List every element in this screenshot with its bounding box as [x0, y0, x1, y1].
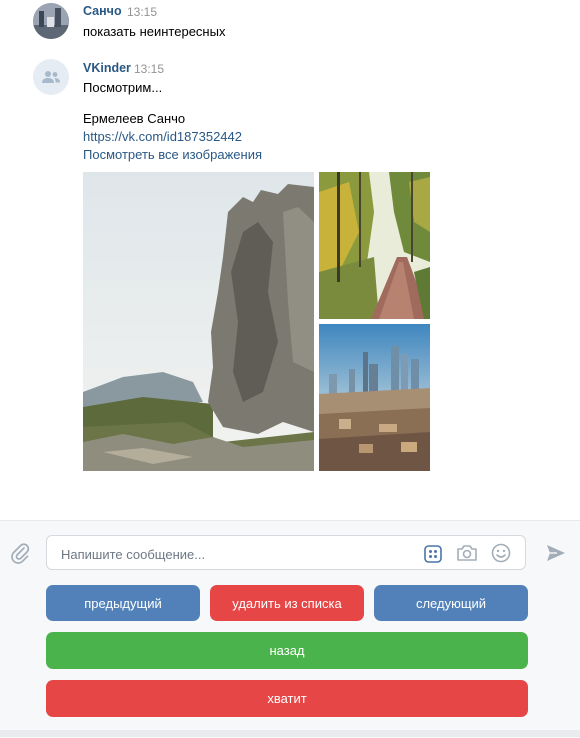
forest-path-photo[interactable] [319, 172, 430, 319]
message-time[interactable]: 13:15 [134, 62, 164, 76]
forest-path-image [319, 172, 430, 319]
horizontal-scrollbar[interactable] [0, 730, 580, 737]
message-time[interactable]: 13:15 [127, 5, 157, 19]
back-button[interactable]: назад [46, 632, 528, 669]
next-button[interactable]: следующий [374, 585, 528, 621]
mountain-rock-image [83, 172, 314, 471]
message-composer[interactable] [46, 535, 526, 570]
enough-button[interactable]: хватит [46, 680, 528, 717]
remove-from-list-button-label: удалить из списка [232, 595, 342, 611]
emoji-icon[interactable] [490, 543, 512, 563]
avatar[interactable] [33, 3, 69, 39]
camera-icon[interactable] [456, 543, 478, 563]
avatar-photo-image [33, 3, 69, 39]
message-text: Посмотрим... [83, 80, 163, 95]
enough-button-label: хватит [267, 691, 307, 706]
attach-icon[interactable] [8, 541, 32, 565]
profile-link[interactable]: https://vk.com/id187352442 [83, 129, 242, 144]
message-text: показать неинтересных [83, 24, 226, 39]
mountain-rock-photo[interactable] [83, 172, 314, 471]
person-name: Ермелеев Санчо [83, 111, 186, 126]
group-icon [42, 71, 60, 83]
back-button-label: назад [269, 643, 305, 658]
previous-button-label: предыдущий [84, 595, 162, 611]
all-images-link[interactable]: Посмотреть все изображения [83, 147, 262, 162]
message-author[interactable]: Санчо [83, 4, 122, 18]
message-author[interactable]: VKinder [83, 61, 131, 75]
keyboard-icon[interactable] [423, 544, 443, 564]
city-skyline-photo[interactable] [319, 324, 430, 471]
avatar[interactable] [33, 59, 69, 95]
previous-button[interactable]: предыдущий [46, 585, 200, 621]
next-button-label: следующий [415, 595, 487, 611]
remove-from-list-button[interactable]: удалить из списка [210, 585, 364, 621]
send-icon[interactable] [544, 541, 568, 565]
message-input[interactable] [59, 543, 403, 565]
city-skyline-image [319, 324, 430, 471]
